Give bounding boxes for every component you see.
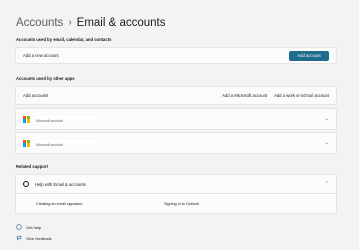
page-title: Accounts › Email & accounts	[16, 16, 166, 30]
microsoft-logo-icon	[23, 115, 30, 123]
get-help-label: Get help	[26, 224, 42, 230]
chevron-down-icon[interactable]: ⌄	[325, 140, 329, 146]
section-other-label: Accounts used by other apps	[16, 76, 75, 81]
help-card: Help with Email & accounts ⌃ Creating an…	[15, 174, 337, 214]
add-new-account-label: Add a new account	[23, 53, 59, 58]
account-row-1[interactable]: Microsoft account ⌄	[15, 108, 337, 130]
microsoft-logo-icon	[23, 139, 30, 147]
add-work-account-button[interactable]: Add a work or school account	[274, 93, 329, 98]
account-row-2[interactable]: Microsoft account ⌄	[15, 132, 337, 154]
link-email-signature[interactable]: Creating an email signature	[36, 202, 164, 207]
add-microsoft-account-button[interactable]: Add a Microsoft account	[222, 93, 267, 98]
chevron-up-icon[interactable]: ⌃	[325, 181, 329, 187]
feedback-icon	[16, 235, 22, 241]
globe-icon	[23, 181, 29, 187]
help-title: Help with Email & accounts	[35, 181, 86, 187]
breadcrumb-current: Email & accounts	[76, 17, 166, 29]
help-icon	[16, 224, 22, 230]
add-accounts-label: Add accounts	[23, 93, 49, 98]
chevron-down-icon[interactable]: ⌄	[325, 116, 329, 122]
account-type: Microsoft account	[36, 142, 63, 147]
add-accounts-card: Add accounts Add a Microsoft account Add…	[15, 86, 337, 105]
account-type: Microsoft account	[36, 118, 63, 123]
add-new-account-card: Add a new account Add account	[15, 47, 337, 64]
add-account-button[interactable]: Add account	[289, 50, 329, 61]
breadcrumb-accounts[interactable]: Accounts	[16, 16, 63, 30]
give-feedback-label: Give feedback	[26, 235, 52, 241]
get-help-link[interactable]: Get help	[16, 224, 41, 230]
breadcrumb-separator: ›	[68, 17, 72, 28]
section-email-label: Accounts used by email, calendar, and co…	[16, 37, 112, 42]
give-feedback-link[interactable]: Give feedback	[16, 235, 52, 241]
help-header[interactable]: Help with Email & accounts ⌃	[16, 175, 336, 194]
link-signing-outlook[interactable]: Signing in to Outlook	[164, 202, 199, 207]
related-support-label: Related support	[16, 164, 48, 169]
